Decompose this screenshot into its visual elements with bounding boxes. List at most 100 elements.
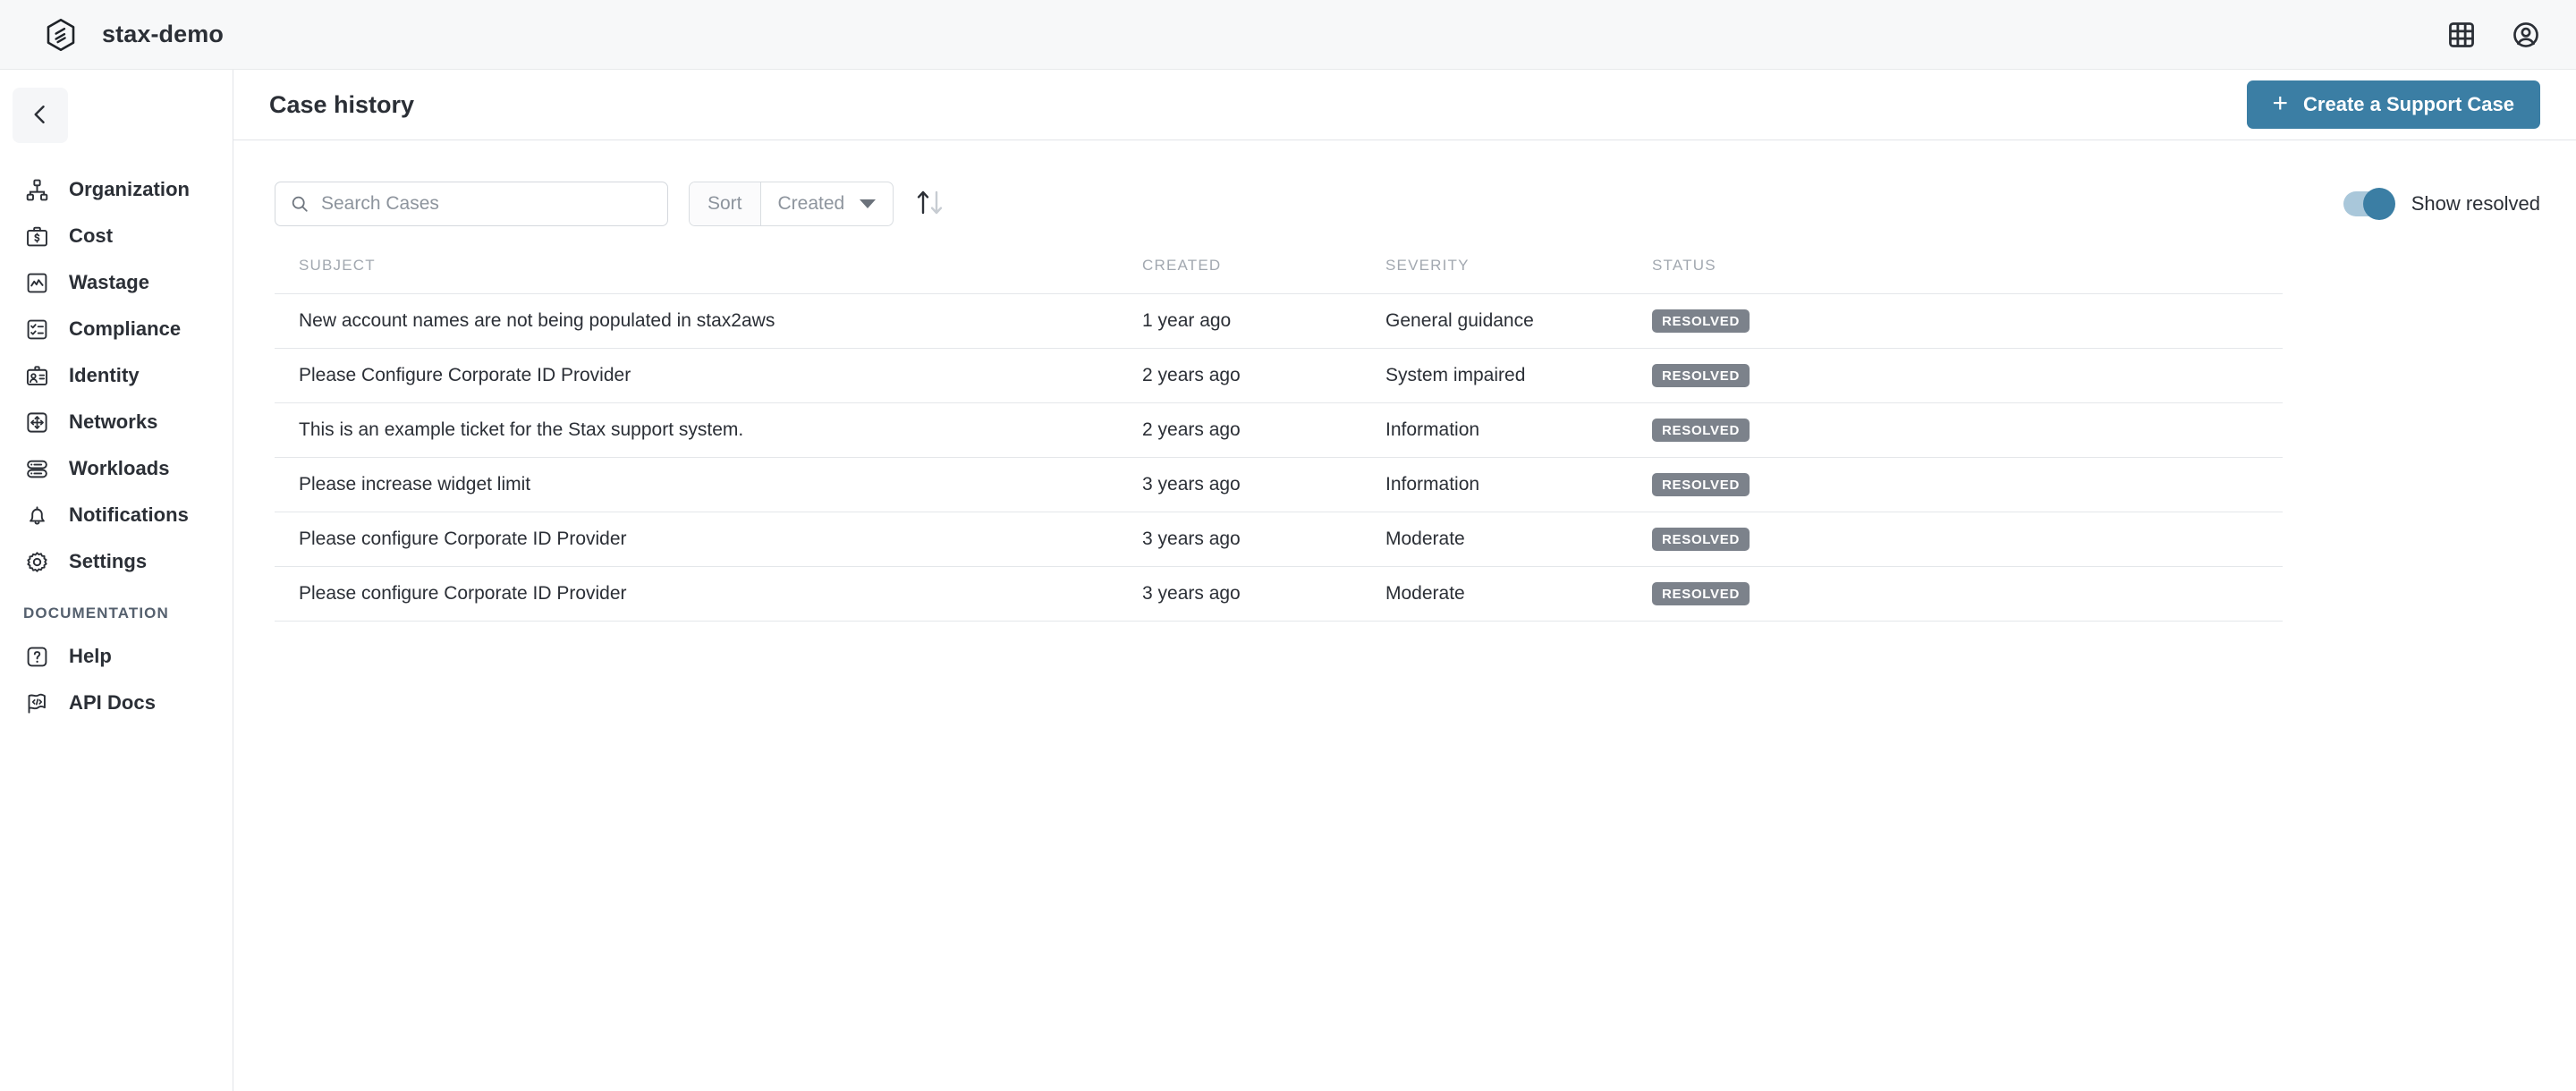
case-history-table: SUBJECT CREATED SEVERITY STATUS New acco… — [275, 255, 2283, 622]
cell-severity: General guidance — [1385, 310, 1534, 331]
show-resolved-label: Show resolved — [2411, 192, 2540, 215]
table-row[interactable]: This is an example ticket for the Stax s… — [275, 403, 2283, 458]
cell-severity: Moderate — [1385, 583, 1465, 604]
main-content: Case history + Create a Support Case Sea… — [233, 70, 2576, 1091]
sidebar-item-label: API Docs — [69, 691, 156, 714]
id-badge-icon — [23, 362, 50, 389]
user-account-icon[interactable] — [2512, 21, 2540, 49]
sort-label: Sort — [690, 182, 761, 225]
sidebar-item-settings[interactable]: Settings — [0, 538, 233, 585]
org-chart-icon — [23, 176, 50, 203]
table-header: SUBJECT CREATED SEVERITY STATUS — [275, 255, 2283, 294]
sort-direction-toggle[interactable] — [913, 187, 949, 222]
content-area: Sort Created — [233, 140, 2576, 622]
status-badge: RESOLVED — [1652, 309, 1750, 333]
cell-subject: Please Configure Corporate ID Provider — [299, 365, 631, 385]
create-support-case-button[interactable]: + Create a Support Case — [2246, 80, 2540, 129]
cell-status: RESOLVED — [1652, 364, 2283, 387]
body: Organization Cost Wastage Compliance Ide… — [0, 70, 2576, 1091]
plus-icon: + — [2272, 88, 2289, 118]
sidebar-item-api-docs[interactable]: API Docs — [0, 680, 233, 726]
brand-name: stax-demo — [102, 21, 224, 47]
status-badge: RESOLVED — [1652, 582, 1750, 605]
question-mark-icon — [23, 643, 50, 670]
chevron-left-icon — [28, 102, 53, 130]
cell-subject: Please increase widget limit — [299, 474, 531, 495]
sidebar-item-label: Compliance — [69, 317, 182, 340]
sidebar-item-label: Notifications — [69, 503, 189, 526]
cell-subject: This is an example ticket for the Stax s… — [299, 419, 744, 440]
chevron-down-icon — [860, 199, 877, 208]
cell-created: 3 years ago — [1142, 583, 1241, 604]
create-support-case-label: Create a Support Case — [2303, 93, 2514, 115]
table-row[interactable]: Please Configure Corporate ID Provider 2… — [275, 349, 2283, 403]
sidebar-item-workloads[interactable]: Workloads — [0, 445, 233, 492]
sidebar-item-identity[interactable]: Identity — [0, 352, 233, 399]
cell-created: 2 years ago — [1142, 365, 1241, 385]
sort-ascending-icon — [913, 187, 949, 222]
sidebar-item-label: Settings — [69, 550, 148, 572]
show-resolved-toggle[interactable]: Show resolved — [2343, 188, 2540, 220]
table-row[interactable]: Please configure Corporate ID Provider 3… — [275, 567, 2283, 622]
sidebar-item-wastage[interactable]: Wastage — [0, 259, 233, 306]
table-row[interactable]: New account names are not being populate… — [275, 294, 2283, 349]
column-header-severity: SEVERITY — [1385, 257, 1470, 274]
cell-status: RESOLVED — [1652, 528, 2283, 551]
cell-created: 1 year ago — [1142, 310, 1232, 331]
sidebar-item-label: Organization — [69, 178, 191, 200]
cell-severity: Information — [1385, 474, 1480, 495]
chart-line-icon — [23, 269, 50, 296]
sort-control: Sort Created — [689, 182, 894, 226]
server-stack-icon — [23, 455, 50, 482]
cell-created: 2 years ago — [1142, 419, 1241, 440]
page-header: Case history + Create a Support Case — [233, 70, 2576, 140]
search-cases-input[interactable] — [321, 193, 653, 215]
toggle-knob — [2362, 188, 2395, 220]
cell-subject: New account names are not being populate… — [299, 310, 775, 331]
sidebar-item-label: Help — [69, 645, 112, 667]
page-title: Case history — [269, 90, 415, 118]
sidebar-item-label: Workloads — [69, 457, 170, 479]
sidebar-item-organization[interactable]: Organization — [0, 166, 233, 213]
gear-icon — [23, 548, 50, 575]
cell-created: 3 years ago — [1142, 474, 1241, 495]
sort-field-value: Created — [777, 193, 845, 214]
search-cases-box[interactable] — [275, 182, 668, 226]
sidebar-item-networks[interactable]: Networks — [0, 399, 233, 445]
brand[interactable]: stax-demo — [43, 17, 224, 53]
sidebar-section-documentation: DOCUMENTATION — [23, 605, 169, 622]
sidebar-item-compliance[interactable]: Compliance — [0, 306, 233, 352]
stax-hexagon-logo-icon — [43, 17, 79, 53]
sidebar-item-label: Identity — [69, 364, 140, 386]
status-badge: RESOLVED — [1652, 528, 1750, 551]
toggle-track — [2343, 188, 2395, 220]
briefcase-dollar-icon — [23, 223, 50, 249]
status-badge: RESOLVED — [1652, 473, 1750, 496]
table-row[interactable]: Please increase widget limit 3 years ago… — [275, 458, 2283, 512]
sidebar-item-help[interactable]: Help — [0, 633, 233, 680]
cell-status: RESOLVED — [1652, 582, 2283, 605]
cell-severity: System impaired — [1385, 365, 1526, 385]
sort-field-select[interactable]: Created — [761, 182, 894, 225]
grid-apps-icon[interactable] — [2447, 21, 2476, 49]
cell-subject: Please configure Corporate ID Provider — [299, 529, 627, 549]
sidebar-item-label: Wastage — [69, 271, 150, 293]
move-arrows-icon — [23, 409, 50, 436]
cell-status: RESOLVED — [1652, 419, 2283, 442]
sidebar: Organization Cost Wastage Compliance Ide… — [0, 70, 233, 1091]
bell-icon — [23, 502, 50, 529]
cell-severity: Moderate — [1385, 529, 1465, 549]
sidebar-collapse-button[interactable] — [13, 88, 68, 143]
column-header-subject: SUBJECT — [299, 257, 376, 274]
sidebar-item-cost[interactable]: Cost — [0, 213, 233, 259]
table-body: New account names are not being populate… — [275, 294, 2283, 622]
table-row[interactable]: Please configure Corporate ID Provider 3… — [275, 512, 2283, 567]
sidebar-item-notifications[interactable]: Notifications — [0, 492, 233, 538]
sidebar-item-label: Cost — [69, 224, 114, 247]
table-header-row: SUBJECT CREATED SEVERITY STATUS — [275, 255, 2283, 294]
cell-severity: Information — [1385, 419, 1480, 440]
cell-created: 3 years ago — [1142, 529, 1241, 549]
code-flag-icon — [23, 689, 50, 716]
topbar-icons — [2447, 21, 2540, 49]
sidebar-nav: Organization Cost Wastage Compliance Ide… — [0, 166, 233, 726]
